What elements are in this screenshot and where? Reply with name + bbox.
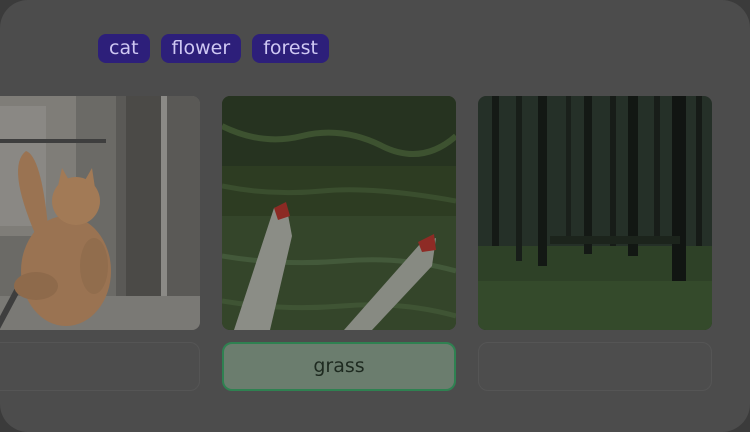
answer-slot-3[interactable] <box>478 342 712 391</box>
tag-forest[interactable]: forest <box>252 34 329 63</box>
tag-cat[interactable]: cat <box>98 34 150 63</box>
tag-flower[interactable]: flower <box>160 34 242 63</box>
tag-options: cat flower forest <box>98 34 329 63</box>
dialog-frame: cat flower forest grass <box>0 0 750 432</box>
answer-slot-1[interactable] <box>0 342 200 391</box>
image-card-grass <box>222 96 456 330</box>
image-card-cat <box>0 96 200 330</box>
answer-slot-2[interactable]: grass <box>222 342 456 391</box>
grass-photo <box>222 96 456 330</box>
forest-photo <box>478 96 712 330</box>
cat-photo <box>0 96 200 330</box>
image-card-forest <box>478 96 712 330</box>
